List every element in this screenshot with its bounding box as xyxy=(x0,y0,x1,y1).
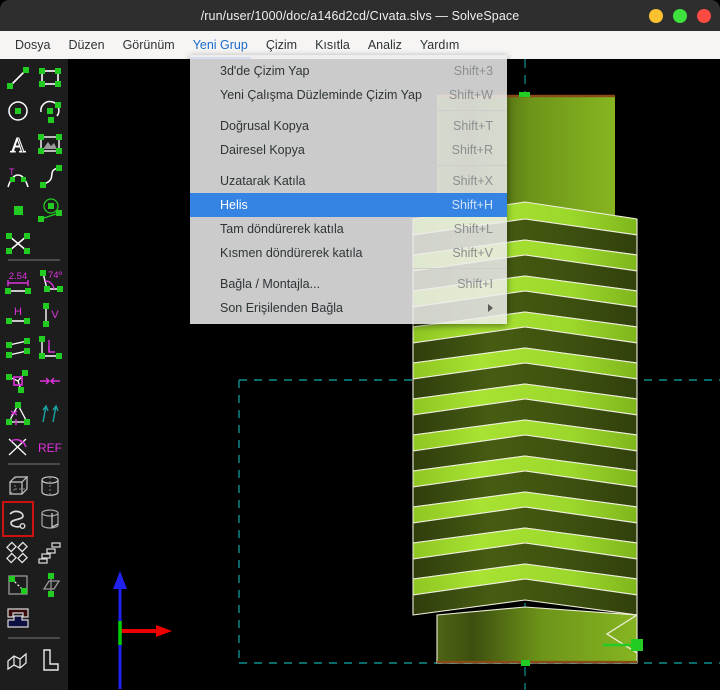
selected-point xyxy=(631,639,643,651)
menu-item-accel: Shift+V xyxy=(452,246,493,260)
vertical-constraint[interactable]: V xyxy=(36,299,64,331)
point-on-entity-constraint[interactable] xyxy=(4,365,32,397)
menu-item-dogrusal-kopya[interactable]: Doğrusal Kopya Shift+T xyxy=(190,114,507,138)
tangent-arc-tool[interactable]: T xyxy=(4,161,32,193)
distance-constraint[interactable]: 2.54 xyxy=(4,266,32,298)
x-axis-head xyxy=(156,625,172,637)
bezier-curve-tool[interactable] xyxy=(36,161,64,193)
rectangle-tool[interactable] xyxy=(36,62,64,94)
reference-constraint[interactable]: REF xyxy=(36,431,64,463)
menu-item-bagla-montajla[interactable]: Bağla / Montajla... Shift+I xyxy=(190,272,507,296)
lathe-group[interactable] xyxy=(36,470,64,502)
image-tool[interactable] xyxy=(36,128,64,160)
svg-text:74º: 74º xyxy=(48,270,63,281)
angle-constraint[interactable]: 74º xyxy=(36,266,64,298)
same-orientation-constraint[interactable] xyxy=(36,398,64,430)
menu-separator xyxy=(190,165,507,166)
menu-item-accel: Shift+H xyxy=(451,198,493,212)
perpendicular-constraint[interactable] xyxy=(36,332,64,364)
menu-item-yeni-calisma-duzleminde-cizim-yap[interactable]: Yeni Çalışma Düzleminde Çizim Yap Shift+… xyxy=(190,83,507,107)
z-axis-head xyxy=(113,571,127,589)
circle-tool[interactable] xyxy=(4,95,32,127)
bolt-bottom-band xyxy=(436,606,638,664)
svg-text:REF: REF xyxy=(38,441,62,455)
split-curves-tool[interactable] xyxy=(4,227,32,259)
chevron-right-icon xyxy=(488,304,493,312)
menu-item-label: Dairesel Kopya xyxy=(220,143,305,157)
menu-item-label: Kısmen döndürerek katıla xyxy=(220,246,363,260)
toolbar-separator-3 xyxy=(8,637,60,639)
symmetric-constraint[interactable] xyxy=(36,365,64,397)
svg-text:A: A xyxy=(10,133,26,156)
menu-item-kismen-dondurerek-katila[interactable]: Kısmen döndürerek katıla Shift+V xyxy=(190,241,507,265)
menu-item-label: Uzatarak Katıla xyxy=(220,174,306,188)
nearest-ortho-view[interactable] xyxy=(36,644,64,676)
step-rotate-group[interactable] xyxy=(36,536,64,568)
bottom-point-marker xyxy=(521,660,530,666)
close-button[interactable] xyxy=(697,8,711,23)
equal-constraint[interactable] xyxy=(4,398,32,430)
extrude-group[interactable] xyxy=(4,470,32,502)
menu-dosya[interactable]: Dosya xyxy=(6,31,59,59)
menu-item-label: Doğrusal Kopya xyxy=(220,119,309,133)
sketch-in-3d-group[interactable] xyxy=(4,569,32,601)
menu-item-accel: Shift+3 xyxy=(453,64,493,78)
toolbar-separator-1 xyxy=(8,259,60,261)
menu-separator xyxy=(190,110,507,111)
svg-text:V: V xyxy=(51,309,59,321)
assemble-group[interactable] xyxy=(4,602,32,634)
menu-item-accel: Shift+R xyxy=(451,143,493,157)
solvespace-window: /run/user/1000/doc/a146d2cd/Cıvata.slvs … xyxy=(0,0,720,690)
menu-item-label: Yeni Çalışma Düzleminde Çizim Yap xyxy=(220,88,422,102)
menu-item-label: Helis xyxy=(220,198,248,212)
menu-item-accel: Shift+T xyxy=(453,119,493,133)
arc-tool[interactable] xyxy=(36,95,64,127)
toolbar-separator-2 xyxy=(8,463,60,465)
step-translate-group[interactable] xyxy=(4,536,32,568)
menu-gorunum[interactable]: Görünüm xyxy=(114,31,184,59)
svg-text:H: H xyxy=(14,306,22,318)
menu-item-label: Bağla / Montajla... xyxy=(220,277,321,291)
title-bar: /run/user/1000/doc/a146d2cd/Cıvata.slvs … xyxy=(0,0,720,31)
line-tool[interactable] xyxy=(4,62,32,94)
sketch-in-workplane-group[interactable] xyxy=(36,569,64,601)
yeni-grup-dropdown-menu[interactable]: 3d'de Çizim Yap Shift+3 Yeni Çalışma Düz… xyxy=(190,55,507,324)
revolve-group[interactable] xyxy=(36,503,64,535)
menu-duzen[interactable]: Düzen xyxy=(59,31,113,59)
construction-tool[interactable] xyxy=(36,194,64,226)
menu-item-dairesel-kopya[interactable]: Dairesel Kopya Shift+R xyxy=(190,138,507,162)
text-tool[interactable]: A xyxy=(4,128,32,160)
menu-item-accel: Shift+X xyxy=(452,174,493,188)
menu-item-label: 3d'de Çizim Yap xyxy=(220,64,310,78)
helix-group[interactable] xyxy=(2,501,34,537)
tool-palette: A T 2.54 74º H V REF xyxy=(0,59,68,690)
parallel-constraint[interactable] xyxy=(4,332,32,364)
window-controls xyxy=(649,0,711,31)
menu-separator xyxy=(190,268,507,269)
menu-item-3dde-cizim-yap[interactable]: 3d'de Çizim Yap Shift+3 xyxy=(190,59,507,83)
minimize-button[interactable] xyxy=(649,8,663,23)
horizontal-constraint[interactable]: H xyxy=(4,299,32,331)
menu-item-tam-dondurerek-katila[interactable]: Tam döndürerek katıla Shift+L xyxy=(190,217,507,241)
top-point-marker xyxy=(519,92,530,97)
menu-item-accel: Shift+W xyxy=(448,88,493,102)
svg-text:2.54: 2.54 xyxy=(9,271,28,282)
menu-item-helis[interactable]: Helis Shift+H xyxy=(190,193,507,217)
menu-item-label: Tam döndürerek katıla xyxy=(220,222,344,236)
menu-item-accel: Shift+I xyxy=(457,277,493,291)
menu-item-label: Son Erişilenden Bağla xyxy=(220,301,343,315)
menu-item-uzatarak-katila[interactable]: Uzatarak Katıla Shift+X xyxy=(190,169,507,193)
menu-item-son-erisilenden-bagla[interactable]: Son Erişilenden Bağla xyxy=(190,296,507,320)
origin-axes xyxy=(113,571,172,689)
point-tool[interactable] xyxy=(4,194,32,226)
window-title: /run/user/1000/doc/a146d2cd/Cıvata.slvs … xyxy=(200,8,520,23)
menu-item-accel: Shift+L xyxy=(453,222,493,236)
angle-between-constraint[interactable] xyxy=(4,431,32,463)
nearest-iso-view[interactable] xyxy=(4,644,32,676)
maximize-button[interactable] xyxy=(673,8,687,23)
